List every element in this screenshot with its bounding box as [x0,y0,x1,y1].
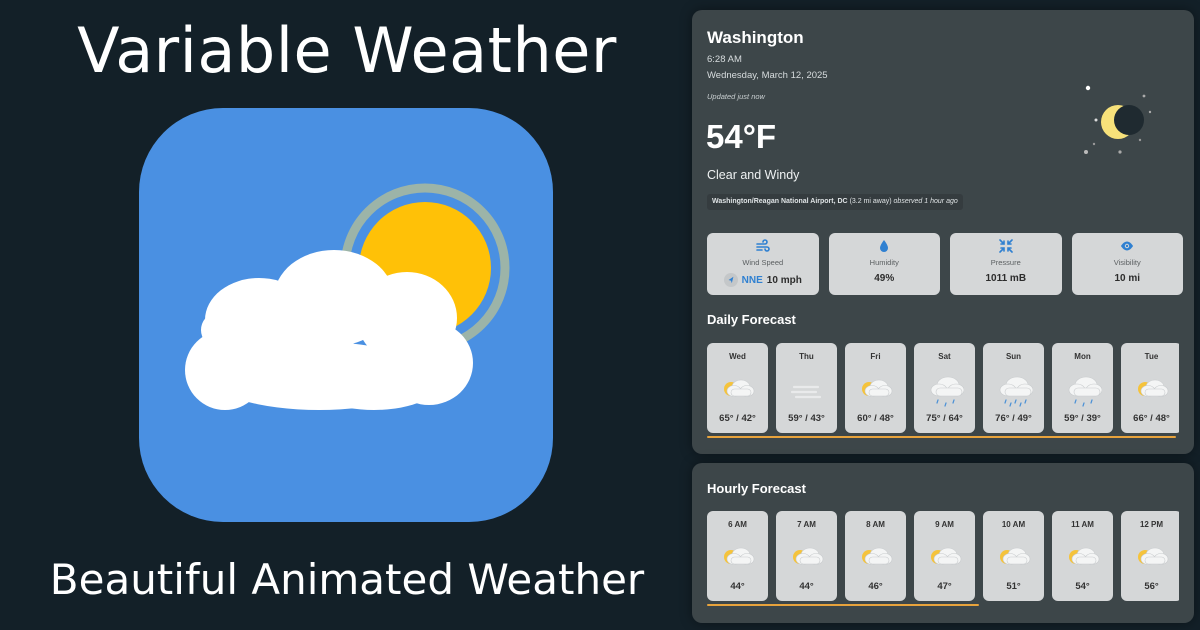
metric-label: Visibility [1113,258,1141,267]
daily-forecast-temps: 76° / 49° [995,413,1032,424]
daily-forecast-temps: 59° / 39° [1064,413,1101,424]
hourly-forecast-label: 10 AM [1001,520,1026,529]
daily-forecast-label: Mon [1074,352,1091,361]
daily-forecast-card[interactable]: Thu 59° / 43° [776,343,837,433]
wind-direction: NNE [741,274,763,286]
current-temperature: 54°F [706,118,777,155]
partly-cloudy-icon [931,547,962,565]
wind-direction-icon [723,273,738,287]
wind-speed-value: 10 mph [766,274,802,286]
hourly-forecast-card[interactable]: 10 AM 51° [983,511,1044,601]
hourly-forecast-temps: 56° [1144,581,1159,592]
hourly-forecast-label: 9 AM [935,520,954,529]
rain-icon [1068,376,1102,407]
daily-forecast-label: Fri [870,352,881,361]
heavy-rain-icon [999,376,1033,407]
daily-forecast-temps: 60° / 48° [857,413,894,424]
hourly-forecast-temps: 46° [868,581,883,592]
partly-cloudy-icon [1138,547,1169,565]
current-metrics: Wind Speed NNE 10 mph Humidity 49% Press… [707,233,1183,295]
current-condition: Clear and Windy [707,168,800,182]
daily-forecast-temps: 75° / 64° [926,413,963,424]
hourly-forecast-strip[interactable]: 6 AM 44° 7 AM 44° 8 AM 46° 9 AM 47° 10 AM 51° 11 A… [707,511,1179,601]
app-icon [139,108,553,522]
daily-forecast-label: Tue [1144,352,1159,361]
hourly-forecast-label: 7 AM [797,520,816,529]
partly-cloudy-icon [724,547,755,565]
wind-icon [755,239,770,252]
daily-forecast-card[interactable]: Sat 75° / 64° [914,343,975,433]
daily-scrollbar[interactable] [707,436,1176,438]
sun-cloud-icon [185,183,510,410]
moon-stars-icon [1084,85,1152,154]
daily-forecast-title: Daily Forecast [707,312,796,327]
metric-label: Wind Speed [742,258,784,267]
fog-icon [790,385,822,399]
daily-forecast-temps: 66° / 48° [1133,413,1170,424]
hourly-forecast-label: 6 AM [728,520,747,529]
station-badge: Washington/Reagan National Airport, DC (… [707,194,963,210]
hourly-forecast-card[interactable]: 7 AM 44° [776,511,837,601]
hourly-forecast-card[interactable]: 9 AM 47° [914,511,975,601]
daily-forecast-card[interactable]: Wed 65° / 42° [707,343,768,433]
daily-forecast-temps: 59° / 43° [788,413,825,424]
partly-cloudy-icon [862,379,893,397]
hourly-forecast-temps: 47° [937,581,952,592]
local-time: 6:28 AM [707,54,742,65]
promo-title: Variable Weather [77,14,617,87]
daily-forecast-card[interactable]: Tue 66° / 48° [1121,343,1179,433]
partly-cloudy-icon [862,547,893,565]
city-name: Washington [707,28,804,47]
updated-status: Updated just now [707,92,765,101]
station-name: Washington/Reagan National Airport, DC [712,198,848,205]
metric-humidity: Humidity 49% [828,233,940,295]
droplet-icon [880,240,889,252]
hourly-forecast-temps: 44° [730,581,745,592]
partly-cloudy-icon [724,379,755,397]
humidity-value: 49% [874,273,895,284]
hourly-forecast-label: 11 AM [1071,520,1094,529]
hourly-forecast-label: 8 AM [866,520,885,529]
daily-forecast-card[interactable]: Mon 59° / 39° [1052,343,1113,433]
current-weather-panel: Washington 6:28 AM Wednesday, March 12, … [692,10,1194,454]
metric-value-row: NNE 10 mph [723,273,802,287]
daily-forecast-label: Wed [729,352,746,361]
daily-forecast-card[interactable]: Fri 60° / 48° [845,343,906,433]
station-distance: (3.2 mi away) [849,198,892,205]
hourly-forecast-temps: 51° [1006,581,1021,592]
metric-wind-speed: Wind Speed NNE 10 mph [707,233,819,295]
daily-forecast-strip[interactable]: Wed 65° / 42° Thu 59° / 43° Fri 60° / 48° Sat 7… [707,343,1179,433]
current-date: Wednesday, March 12, 2025 [707,70,828,81]
hourly-forecast-card[interactable]: 8 AM 46° [845,511,906,601]
metric-label: Pressure [990,258,1021,267]
compress-icon [998,239,1013,253]
daily-forecast-label: Sat [938,352,951,361]
hourly-forecast-card[interactable]: 12 PM 56° [1121,511,1179,601]
partly-cloudy-icon [1069,547,1100,565]
station-observed: observed 1 hour ago [893,198,958,205]
daily-forecast-label: Sun [1005,352,1022,361]
hourly-forecast-card[interactable]: 6 AM 44° [707,511,768,601]
hourly-forecast-card[interactable]: 11 AM 54° [1052,511,1113,601]
rain-icon [930,376,964,407]
metric-label: Humidity [869,258,899,267]
hourly-forecast-temps: 44° [799,581,814,592]
promo-subtitle: Beautiful Animated Weather [49,555,645,604]
hourly-forecast-title: Hourly Forecast [707,481,806,496]
hourly-forecast-label: 12 PM [1139,520,1164,529]
metric-visibility: Visibility 10 mi [1071,233,1183,295]
hourly-scrollbar[interactable] [707,604,979,606]
partly-cloudy-icon [1138,379,1169,397]
daily-forecast-label: Thu [799,352,814,361]
hourly-forecast-panel: Hourly Forecast 6 AM 44° 7 AM 44° 8 AM 46° 9 A… [692,463,1194,623]
pressure-value: 1011 mB [985,273,1027,284]
visibility-value: 10 mi [1114,273,1141,284]
eye-icon [1121,241,1134,251]
metric-pressure: Pressure 1011 mB [950,233,1062,295]
daily-forecast-card[interactable]: Sun 76° / 49° [983,343,1044,433]
partly-cloudy-icon [793,547,824,565]
hourly-forecast-temps: 54° [1075,581,1090,592]
daily-forecast-temps: 65° / 42° [719,413,756,424]
partly-cloudy-icon [1000,547,1031,565]
